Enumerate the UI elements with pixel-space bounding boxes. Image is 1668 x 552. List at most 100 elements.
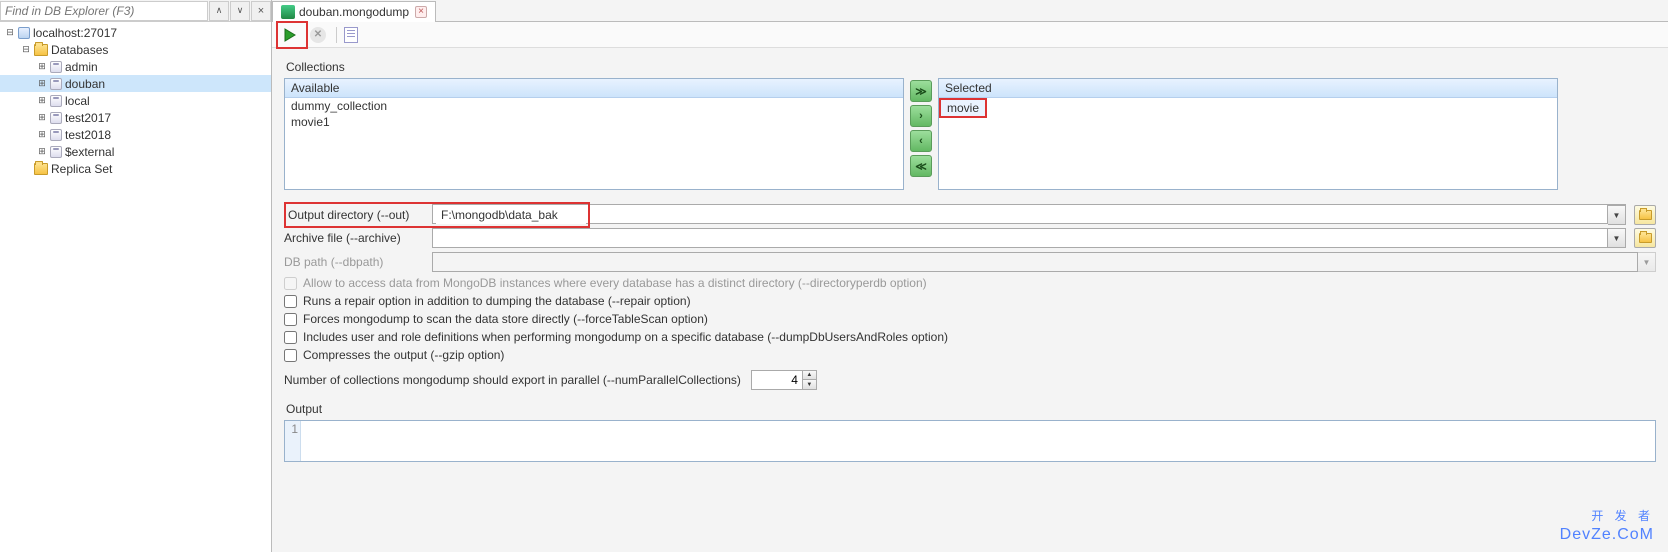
- replica-label: Replica Set: [51, 162, 112, 176]
- tree-db-local[interactable]: ⊞ local: [0, 92, 271, 109]
- selected-listbox[interactable]: Selected movie: [938, 78, 1558, 190]
- tree-db-external[interactable]: ⊞$external: [0, 143, 271, 160]
- parallel-spinner[interactable]: ▲ ▼: [751, 370, 817, 390]
- expand-icon[interactable]: ⊞: [36, 146, 48, 158]
- stop-button[interactable]: ✕: [308, 25, 328, 45]
- parallel-label: Number of collections mongodump should e…: [284, 373, 741, 387]
- dbpath-input: [432, 252, 1638, 272]
- check-gzip[interactable]: Compresses the output (--gzip option): [284, 348, 1656, 362]
- document-button[interactable]: [341, 25, 361, 45]
- database-icon: [50, 61, 62, 73]
- find-prev-button[interactable]: ∧: [209, 1, 229, 21]
- add-button[interactable]: ›: [910, 105, 932, 127]
- transfer-buttons: ≫ › ‹ ≪: [910, 78, 932, 190]
- find-bar: ∧ ∨ ×: [0, 0, 271, 22]
- tree-db-douban[interactable]: ⊞ douban: [0, 75, 271, 92]
- toolbar-separator: [336, 27, 337, 43]
- tab-close-icon[interactable]: ×: [415, 6, 427, 18]
- db-explorer-panel: ∧ ∨ × ⊟ localhost:27017 ⊟ Databases ⊞ adm…: [0, 0, 272, 552]
- repair-checkbox[interactable]: [284, 295, 297, 308]
- archive-row: Archive file (--archive) ▼: [284, 228, 1656, 248]
- tree-db-admin[interactable]: ⊞ admin: [0, 58, 271, 75]
- archive-label: Archive file (--archive): [284, 231, 424, 245]
- check-repair[interactable]: Runs a repair option in addition to dump…: [284, 294, 1656, 308]
- output-label: Output: [286, 402, 1654, 416]
- check-forcetablescan[interactable]: Forces mongodump to scan the data store …: [284, 312, 1656, 326]
- mongodump-form: Collections Available dummy_collectionmo…: [272, 48, 1668, 552]
- folder-icon: [34, 163, 48, 175]
- db-label: local: [65, 94, 90, 108]
- gzip-checkbox[interactable]: [284, 349, 297, 362]
- databases-label: Databases: [51, 43, 108, 57]
- expand-icon[interactable]: ⊞: [36, 95, 48, 107]
- dumpusers-label: Includes user and role definitions when …: [303, 330, 948, 344]
- collapse-icon[interactable]: ⊟: [20, 44, 32, 56]
- find-input[interactable]: [0, 1, 208, 21]
- output-gutter: 1: [285, 421, 301, 461]
- db-label: admin: [65, 60, 98, 74]
- expand-icon[interactable]: ⊞: [36, 61, 48, 73]
- tab-title: douban.mongodump: [299, 5, 409, 19]
- dbpath-label: DB path (--dbpath): [284, 255, 424, 269]
- forcetablescan-checkbox[interactable]: [284, 313, 297, 326]
- tree-db-test2018[interactable]: ⊞test2018: [0, 126, 271, 143]
- document-icon: [344, 27, 358, 43]
- directoryperdb-checkbox: [284, 277, 297, 290]
- db-label: douban: [65, 77, 105, 91]
- add-all-button[interactable]: ≫: [910, 80, 932, 102]
- directoryperdb-label: Allow to access data from MongoDB instan…: [303, 276, 927, 290]
- folder-icon: [34, 44, 48, 56]
- available-listbox[interactable]: Available dummy_collectionmovie1: [284, 78, 904, 190]
- run-button[interactable]: [280, 25, 300, 45]
- tree-databases[interactable]: ⊟ Databases: [0, 41, 271, 58]
- expand-icon[interactable]: [20, 163, 32, 175]
- forcetablescan-label: Forces mongodump to scan the data store …: [303, 312, 708, 326]
- parallel-input[interactable]: [752, 371, 802, 389]
- db-tree[interactable]: ⊟ localhost:27017 ⊟ Databases ⊞ admin ⊞ dou…: [0, 22, 271, 552]
- available-item[interactable]: dummy_collection: [285, 98, 903, 114]
- output-console[interactable]: 1: [284, 420, 1656, 462]
- find-next-button[interactable]: ∨: [230, 1, 250, 21]
- output-dir-label: Output directory (--out): [288, 208, 428, 222]
- database-icon: [50, 95, 62, 107]
- remove-button[interactable]: ‹: [910, 130, 932, 152]
- collections-label: Collections: [286, 60, 1654, 74]
- database-icon: [50, 146, 62, 158]
- collapse-icon[interactable]: ⊟: [4, 27, 16, 39]
- dbpath-row: DB path (--dbpath) ▼: [284, 252, 1656, 272]
- output-dir-dropdown[interactable]: ▼: [1608, 205, 1626, 225]
- stop-icon: ✕: [310, 27, 326, 43]
- database-icon: [50, 129, 62, 141]
- dumpusers-checkbox[interactable]: [284, 331, 297, 344]
- gzip-label: Compresses the output (--gzip option): [303, 348, 504, 362]
- editor-toolbar: ✕: [272, 22, 1668, 48]
- output-body: [285, 421, 1655, 423]
- expand-icon[interactable]: ⊞: [36, 129, 48, 141]
- tab-mongodump[interactable]: douban.mongodump ×: [272, 1, 436, 22]
- dbpath-dropdown: ▼: [1638, 252, 1656, 272]
- host-icon: [18, 27, 30, 39]
- folder-icon: [1639, 233, 1652, 243]
- output-dir-browse-button[interactable]: [1634, 205, 1656, 225]
- archive-input[interactable]: [432, 228, 1608, 248]
- tree-db-test2017[interactable]: ⊞test2017: [0, 109, 271, 126]
- database-icon: [50, 78, 62, 90]
- archive-browse-button[interactable]: [1634, 228, 1656, 248]
- archive-dropdown[interactable]: ▼: [1608, 228, 1626, 248]
- spinner-up[interactable]: ▲: [802, 371, 816, 380]
- spinner-down[interactable]: ▼: [802, 380, 816, 389]
- check-directoryperdb: Allow to access data from MongoDB instan…: [284, 276, 1656, 290]
- find-close-button[interactable]: ×: [251, 1, 271, 21]
- mongodump-icon: [281, 5, 295, 19]
- folder-icon: [1639, 210, 1652, 220]
- available-item[interactable]: movie1: [285, 114, 903, 130]
- tree-host[interactable]: ⊟ localhost:27017: [0, 24, 271, 41]
- tree-replica-set[interactable]: Replica Set: [0, 160, 271, 177]
- check-dumpusers[interactable]: Includes user and role definitions when …: [284, 330, 1656, 344]
- expand-icon[interactable]: ⊞: [36, 112, 48, 124]
- parallel-row: Number of collections mongodump should e…: [284, 370, 1656, 390]
- editor-tabs: douban.mongodump ×: [272, 0, 1668, 22]
- expand-icon[interactable]: ⊞: [36, 78, 48, 90]
- remove-all-button[interactable]: ≪: [910, 155, 932, 177]
- selected-item[interactable]: movie: [941, 100, 985, 116]
